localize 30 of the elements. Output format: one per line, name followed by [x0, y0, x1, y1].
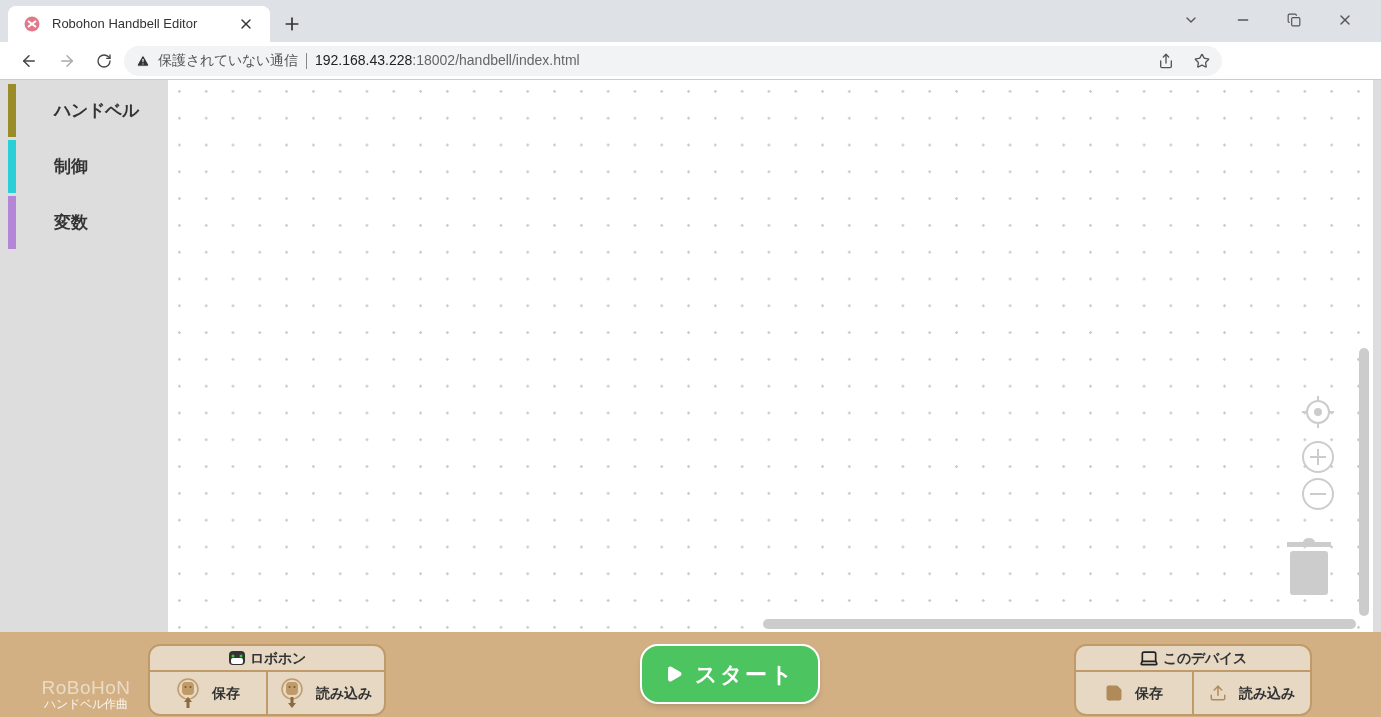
load-button[interactable]: 読み込み: [268, 672, 384, 714]
category-item[interactable]: 制御: [8, 140, 168, 193]
upload-icon: [1209, 684, 1227, 702]
robot-head-icon: [228, 650, 246, 666]
save-button[interactable]: 保存: [150, 672, 268, 714]
bookmark-icon[interactable]: [1194, 52, 1210, 69]
robot-download-icon: [280, 678, 304, 708]
logo-text: RoBoHoN: [41, 678, 131, 697]
laptop-icon: [1139, 648, 1159, 668]
address-bar[interactable]: 保護されていない通信 192.168.43.228:18002/handbell/index.html: [124, 45, 1222, 76]
browser-tab[interactable]: Robohon Handbell Editor: [8, 6, 270, 42]
save-icon: [1105, 684, 1123, 702]
load-button[interactable]: 読み込み: [1194, 672, 1310, 714]
tab-title: Robohon Handbell Editor: [52, 15, 199, 34]
url-text: 192.168.43.228:18002/handbell/index.html: [315, 51, 580, 70]
panel-title: このデバイス: [1163, 648, 1247, 668]
reload-icon[interactable]: [96, 52, 112, 69]
save-button[interactable]: 保存: [1076, 672, 1194, 714]
robot-upload-icon: [176, 678, 200, 708]
play-icon: [665, 665, 684, 683]
panel-title: ロボホン: [250, 648, 306, 668]
restore-icon[interactable]: [1287, 13, 1301, 27]
warning-icon: [136, 53, 150, 68]
security-label: 保護されていない通信: [158, 51, 298, 70]
category-item[interactable]: ハンドベル: [8, 84, 168, 137]
vertical-scrollbar[interactable]: [1359, 348, 1369, 616]
logo-subtitle: ハンドベル作曲: [44, 697, 128, 712]
horizontal-scrollbar[interactable]: [763, 619, 1356, 629]
category-item[interactable]: 変数: [8, 196, 168, 249]
share-icon[interactable]: [1158, 52, 1174, 69]
